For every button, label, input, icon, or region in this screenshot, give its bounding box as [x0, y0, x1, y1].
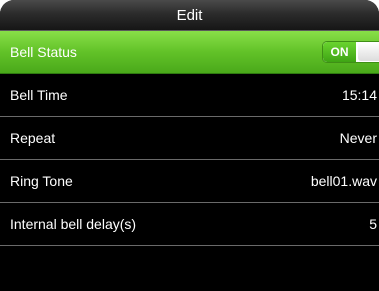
settings-list: Bell Status ON Bell Time 15:14 Repeat Ne… [0, 31, 379, 246]
setting-row-bell-time[interactable]: Bell Time 15:14 [0, 74, 379, 117]
setting-value: Never [339, 130, 377, 146]
setting-value: 5 [369, 216, 377, 232]
page-title: Edit [176, 6, 203, 24]
setting-label: Bell Status [10, 44, 77, 60]
setting-row-bell-status[interactable]: Bell Status ON [0, 31, 379, 74]
setting-label: Internal bell delay(s) [10, 216, 137, 232]
bell-status-toggle[interactable]: ON [323, 42, 379, 62]
toggle-on-label: ON [323, 42, 356, 62]
setting-value: bell01.wav [310, 173, 377, 189]
setting-row-internal-bell-delay[interactable]: Internal bell delay(s) 5 [0, 203, 379, 246]
setting-label: Bell Time [10, 87, 68, 103]
setting-label: Repeat [10, 130, 56, 146]
setting-row-ring-tone[interactable]: Ring Tone bell01.wav [0, 160, 379, 203]
setting-row-repeat[interactable]: Repeat Never [0, 117, 379, 160]
setting-label: Ring Tone [10, 173, 73, 189]
title-bar: Edit [0, 0, 379, 31]
device-screen: Edit Bell Status ON Bell Time 15:14 Repe… [0, 0, 379, 291]
toggle-knob [358, 43, 379, 61]
setting-value: 15:14 [341, 87, 377, 103]
